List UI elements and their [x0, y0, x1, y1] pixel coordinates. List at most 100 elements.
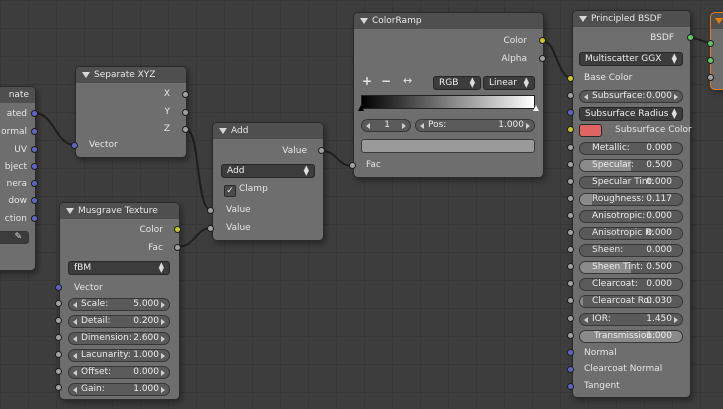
output-fac-socket[interactable]: [174, 244, 181, 251]
output-socket[interactable]: [31, 180, 38, 187]
separate-xyz-node[interactable]: Separate XYZ X Y Z Vector: [75, 66, 187, 158]
input-subsurface-radius-socket[interactable]: [567, 109, 574, 116]
bsdf-param-input-socket[interactable]: [567, 178, 574, 185]
collapse-triangle-icon[interactable]: [579, 16, 587, 22]
colorramp-node[interactable]: ColorRamp Color Alpha + − ↔ RGB ▲ ▼ Linea…: [353, 12, 544, 178]
bsdf-param-input-socket[interactable]: [567, 195, 574, 202]
bsdf-param-field[interactable]: Roughness: 0.117: [579, 193, 683, 206]
input-lacunarity-socket[interactable]: [55, 351, 62, 358]
detail-field[interactable]: Detail: 0.200: [68, 315, 170, 328]
output-y-socket[interactable]: [182, 109, 189, 116]
subsurface-color-swatch[interactable]: [579, 124, 602, 137]
bsdf-param-input-socket[interactable]: [567, 246, 574, 253]
input-vector-socket[interactable]: [55, 284, 62, 291]
flip-ramp-button[interactable]: ↔: [403, 74, 412, 87]
collapse-triangle-icon[interactable]: [715, 18, 723, 24]
input-offset-socket[interactable]: [55, 368, 62, 375]
math-header[interactable]: Add: [213, 123, 323, 139]
bsdf-param-field[interactable]: Specular Tint: 0.000: [579, 176, 683, 189]
ior-field[interactable]: IOR: 1.450: [579, 313, 683, 326]
output-color-socket[interactable]: [174, 226, 181, 233]
output-bsdf-socket[interactable]: [687, 34, 694, 41]
math-add-node[interactable]: Add Value Add ▲ ▼ ✓ Clamp Value Value: [212, 122, 324, 241]
bsdf-param-input-socket[interactable]: [567, 280, 574, 287]
transmission-field[interactable]: Transmission: 1.000: [579, 330, 683, 343]
bsdf-param-input-socket[interactable]: [567, 161, 574, 168]
output-socket[interactable]: [31, 215, 38, 222]
output-socket[interactable]: [31, 163, 38, 170]
input-normal-socket[interactable]: [567, 349, 574, 356]
bsdf-param-field[interactable]: Metallic: 0.000: [579, 142, 683, 155]
ramp-stop-marker[interactable]: [533, 105, 539, 111]
stop-color-swatch[interactable]: [361, 139, 535, 153]
color-mode-dropdown[interactable]: RGB ▲ ▼: [433, 76, 481, 90]
input-transmission-socket[interactable]: [567, 332, 574, 339]
distribution-dropdown[interactable]: Multiscatter GGX ▲ ▼: [579, 52, 683, 66]
input-value-socket[interactable]: [207, 207, 214, 214]
object-picker-field[interactable]: ✎: [0, 231, 29, 244]
output-socket[interactable]: [31, 146, 38, 153]
input-clearcoat-normal-socket[interactable]: [567, 366, 574, 373]
input-subsurface-socket[interactable]: [567, 92, 574, 99]
active-stop-index-field[interactable]: 1: [361, 119, 411, 132]
input-tangent-socket[interactable]: [567, 383, 574, 390]
operation-dropdown[interactable]: Add ▲ ▼: [221, 164, 315, 178]
subsurface-field[interactable]: Subsurface: 0.000: [579, 90, 683, 103]
bsdf-param-field[interactable]: Sheen: 0.000: [579, 244, 683, 257]
collapse-triangle-icon[interactable]: [82, 72, 90, 78]
input-scale-socket[interactable]: [55, 300, 62, 307]
output-socket[interactable]: [31, 128, 38, 135]
node-editor-canvas[interactable]: nate ated ormal UV bject nera dow ction …: [0, 0, 723, 409]
output-x-socket[interactable]: [182, 91, 189, 98]
gain-field[interactable]: Gain: 1.000: [68, 383, 170, 396]
input-detail-socket[interactable]: [55, 317, 62, 324]
input-displacement-socket[interactable]: [707, 74, 714, 81]
output-color-socket[interactable]: [539, 37, 546, 44]
bsdf-param-input-socket[interactable]: [567, 144, 574, 151]
bsdf-param-input-socket[interactable]: [567, 229, 574, 236]
subsurface-method-dropdown[interactable]: Subsurface Radius ▲ ▼: [579, 107, 683, 121]
add-stop-button[interactable]: +: [362, 74, 372, 88]
input-dimension-socket[interactable]: [55, 334, 62, 341]
dimension-field[interactable]: Dimension: 2.600: [68, 332, 170, 345]
remove-stop-button[interactable]: −: [381, 74, 391, 88]
input-base-color-socket[interactable]: [567, 75, 574, 82]
output-value-socket[interactable]: [318, 147, 325, 154]
output-alpha-socket[interactable]: [539, 55, 546, 62]
output-z-socket[interactable]: [182, 126, 189, 133]
eyedropper-icon[interactable]: ✎: [14, 232, 22, 243]
colorramp-header[interactable]: ColorRamp: [354, 13, 543, 29]
collapse-triangle-icon[interactable]: [360, 18, 368, 24]
output-socket[interactable]: [31, 110, 38, 117]
musgrave-texture-node[interactable]: Musgrave Texture Color Fac fBM ▲ ▼ Vector…: [59, 202, 180, 400]
collapse-triangle-icon[interactable]: [219, 128, 227, 134]
bsdf-param-field[interactable]: Clearcoat Ro: 0.030: [579, 295, 683, 308]
principled-bsdf-node[interactable]: Principled BSDF BSDF Multiscatter GGX ▲ ▼…: [572, 10, 692, 398]
input-gain-socket[interactable]: [55, 384, 62, 391]
bsdf-param-input-socket[interactable]: [567, 212, 574, 219]
bsdf-param-field[interactable]: Anisotropic: 0.000: [579, 210, 683, 223]
collapse-triangle-icon[interactable]: [66, 208, 74, 214]
musgrave-type-dropdown[interactable]: fBM ▲ ▼: [68, 261, 170, 275]
bsdf-param-input-socket[interactable]: [567, 263, 574, 270]
musgrave-header[interactable]: Musgrave Texture: [60, 203, 179, 219]
lacunarity-field[interactable]: Lacunarity: 1.000: [68, 349, 170, 362]
bsdf-param-field[interactable]: Sheen Tint: 0.500: [579, 261, 683, 274]
clamp-checkbox[interactable]: ✓: [224, 185, 236, 197]
input-subsurface-color-socket[interactable]: [567, 126, 574, 133]
input-vector-socket[interactable]: [71, 142, 78, 149]
bsdf-param-field[interactable]: Anisotropic R: 0.000: [579, 227, 683, 240]
scale-field[interactable]: Scale: 5.000: [68, 298, 170, 311]
principled-header[interactable]: Principled BSDF: [573, 11, 690, 27]
input-value-socket[interactable]: [207, 225, 214, 232]
input-volume-socket[interactable]: [707, 57, 714, 64]
input-ior-socket[interactable]: [567, 315, 574, 322]
color-ramp-gradient[interactable]: [361, 95, 535, 109]
stop-position-field[interactable]: Pos: 1.000: [415, 119, 535, 132]
ramp-stop-marker[interactable]: [358, 105, 364, 111]
output-socket[interactable]: [31, 197, 38, 204]
bsdf-param-field[interactable]: Specular: 0.500: [579, 159, 683, 172]
input-fac-socket[interactable]: [349, 162, 356, 169]
material-output-header[interactable]: [711, 13, 723, 29]
offset-field[interactable]: Offset: 0.000: [68, 366, 170, 379]
